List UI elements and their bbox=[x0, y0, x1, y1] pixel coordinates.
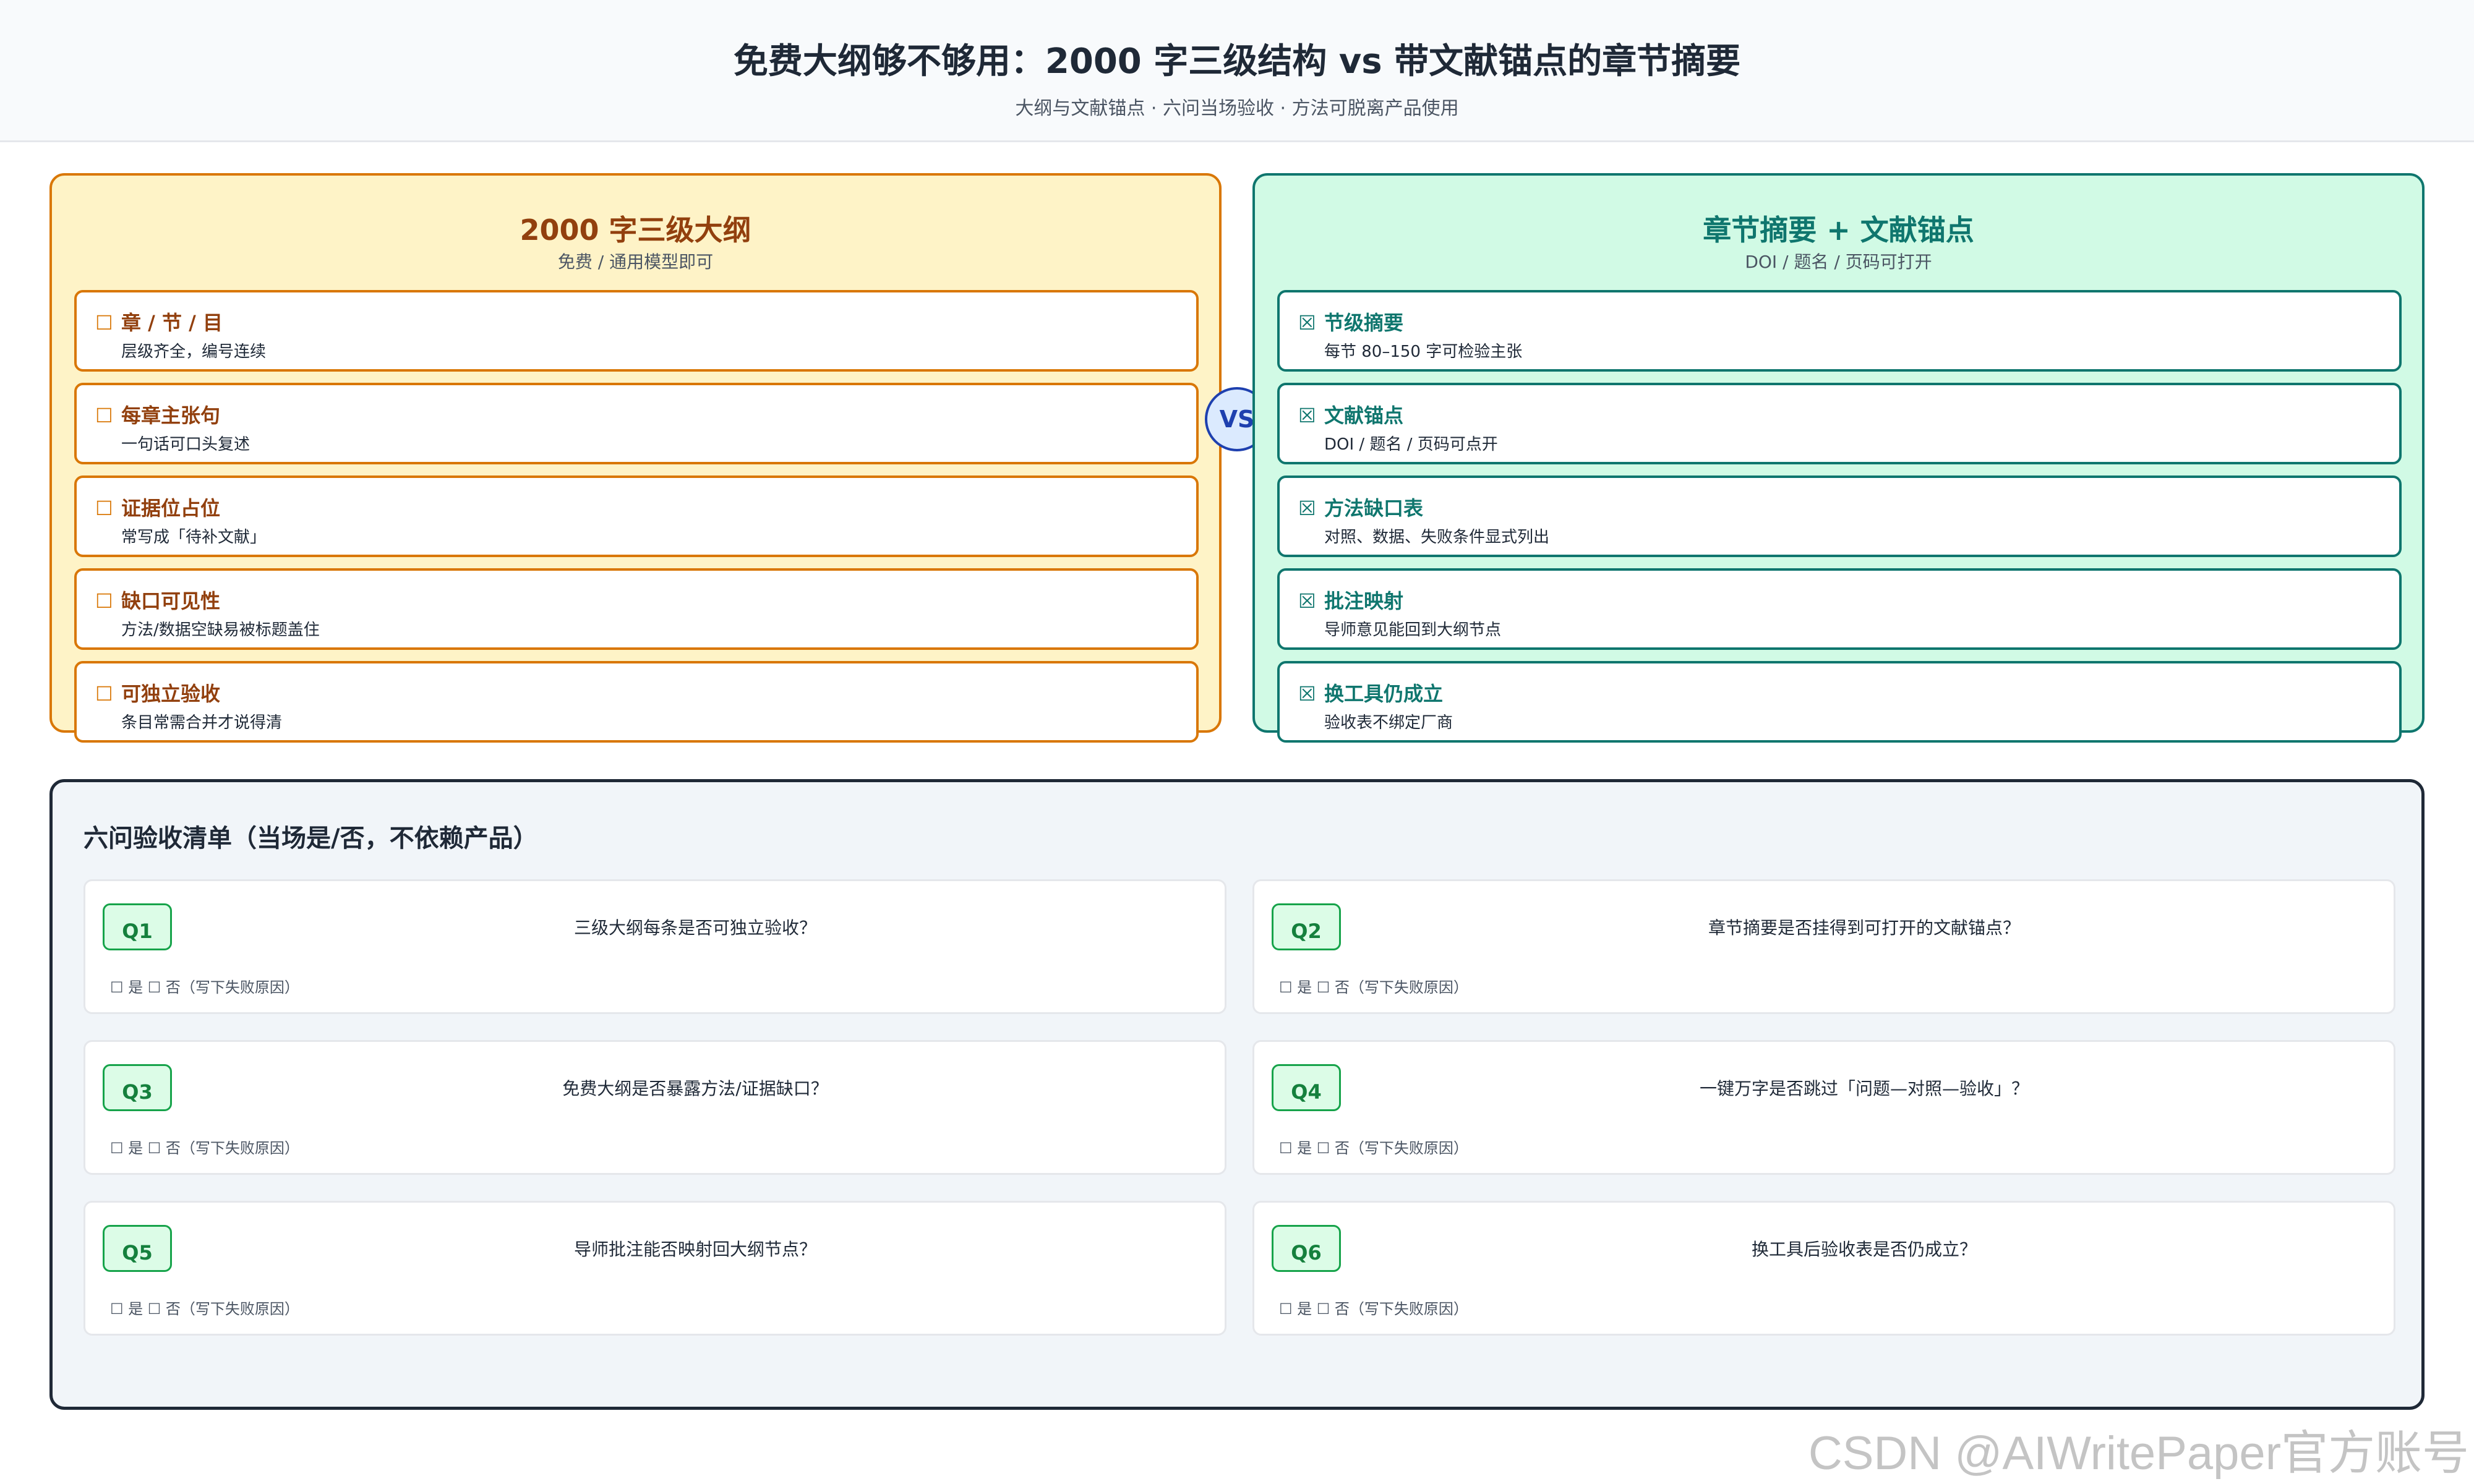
outline-item: ☐ 缺口可见性 方法/数据空缺易被标题盖住 bbox=[74, 568, 1199, 650]
item-desc: 对照、数据、失败条件显式列出 bbox=[1324, 528, 1550, 547]
checkbox-checked-icon: ☒ bbox=[1298, 682, 1316, 706]
item-desc: 条目常需合并才说得清 bbox=[121, 714, 283, 732]
yes-no-options[interactable]: ☐ 是 ☐ 否（写下失败原因） bbox=[110, 1297, 299, 1318]
item-title: 节级摘要 bbox=[1324, 311, 1404, 335]
checkbox-checked-icon: ☒ bbox=[1298, 311, 1316, 335]
checkbox-checked-icon: ☒ bbox=[1298, 497, 1316, 520]
page-title: 免费大纲够不够用：2000 字三级结构 vs 带文献锚点的章节摘要 bbox=[733, 41, 1741, 82]
header: 免费大纲够不够用：2000 字三级结构 vs 带文献锚点的章节摘要 大纲与文献锚… bbox=[0, 0, 2474, 142]
free-outline-panel: 2000 字三级大纲 免费 / 通用模型即可 ☐ 章 / 节 / 目 层级齐全，… bbox=[49, 173, 1222, 743]
checkbox-empty-icon: ☐ bbox=[95, 497, 113, 520]
item-desc: DOI / 题名 / 页码可点开 bbox=[1324, 435, 1498, 454]
checkbox-empty-icon: ☐ bbox=[95, 682, 113, 706]
summary-item: ☒ 文献锚点 DOI / 题名 / 页码可点开 bbox=[1277, 383, 2402, 464]
question-badge: Q3 bbox=[103, 1064, 172, 1111]
checkbox-checked-icon: ☒ bbox=[1298, 589, 1316, 613]
checkbox-empty-icon: ☐ bbox=[95, 589, 113, 613]
question-card-q1: Q1 三级大纲每条是否可独立验收？ ☐ 是 ☐ 否（写下失败原因） bbox=[83, 879, 1226, 1014]
panel-subtitle: 免费 / 通用模型即可 bbox=[557, 252, 714, 272]
item-title: 章 / 节 / 目 bbox=[121, 311, 223, 335]
page-subtitle: 大纲与文献锚点 · 六问当场验收 · 方法可脱离产品使用 bbox=[1015, 98, 1459, 119]
outline-item: ☐ 每章主张句 一句话可口头复述 bbox=[74, 383, 1199, 464]
panel-title: 2000 字三级大纲 bbox=[520, 213, 751, 247]
checklist-title: 六问验收清单（当场是/否，不依赖产品） bbox=[83, 824, 538, 853]
yes-no-options[interactable]: ☐ 是 ☐ 否（写下失败原因） bbox=[110, 1136, 299, 1158]
question-card-q6: Q6 换工具后验收表是否仍成立？ ☐ 是 ☐ 否（写下失败原因） bbox=[1252, 1201, 2395, 1336]
item-desc: 常写成「待补文献」 bbox=[121, 528, 267, 547]
yes-no-options[interactable]: ☐ 是 ☐ 否（写下失败原因） bbox=[110, 975, 299, 997]
question-text: 章节摘要是否挂得到可打开的文献锚点？ bbox=[1708, 918, 2020, 938]
summary-item: ☒ 方法缺口表 对照、数据、失败条件显式列出 bbox=[1277, 475, 2402, 557]
outline-item: ☐ 可独立验收 条目常需合并才说得清 bbox=[74, 661, 1199, 743]
item-title: 每章主张句 bbox=[121, 404, 221, 427]
question-card-q3: Q3 免费大纲是否暴露方法/证据缺口？ ☐ 是 ☐ 否（写下失败原因） bbox=[83, 1040, 1226, 1175]
checkbox-checked-icon: ☒ bbox=[1298, 404, 1316, 427]
yes-no-options[interactable]: ☐ 是 ☐ 否（写下失败原因） bbox=[1279, 1297, 1468, 1318]
checkbox-empty-icon: ☐ bbox=[95, 311, 113, 335]
question-card-q2: Q2 章节摘要是否挂得到可打开的文献锚点？ ☐ 是 ☐ 否（写下失败原因） bbox=[1252, 879, 2395, 1014]
item-desc: 方法/数据空缺易被标题盖住 bbox=[121, 621, 320, 639]
question-badge: Q5 bbox=[103, 1225, 172, 1272]
yes-no-options[interactable]: ☐ 是 ☐ 否（写下失败原因） bbox=[1279, 1136, 1468, 1158]
item-title: 缺口可见性 bbox=[121, 589, 221, 613]
question-badge: Q4 bbox=[1272, 1064, 1341, 1111]
item-title: 可独立验收 bbox=[121, 682, 221, 706]
item-title: 换工具仍成立 bbox=[1324, 682, 1444, 706]
question-badge: Q1 bbox=[103, 903, 172, 950]
yes-no-options[interactable]: ☐ 是 ☐ 否（写下失败原因） bbox=[1279, 975, 1468, 997]
question-text: 换工具后验收表是否仍成立？ bbox=[1751, 1239, 1977, 1260]
summary-item: ☒ 换工具仍成立 验收表不绑定厂商 bbox=[1277, 661, 2402, 743]
question-text: 免费大纲是否暴露方法/证据缺口？ bbox=[562, 1078, 828, 1099]
outline-item: ☐ 章 / 节 / 目 层级齐全，编号连续 bbox=[74, 290, 1199, 372]
item-desc: 每节 80–150 字可检验主张 bbox=[1324, 343, 1523, 361]
watermark: CSDN @AIWritePaper官方账号 bbox=[1808, 1427, 2469, 1480]
question-text: 导师批注能否映射回大纲节点？ bbox=[573, 1239, 816, 1260]
item-title: 批注映射 bbox=[1324, 589, 1404, 613]
item-title: 证据位占位 bbox=[121, 497, 221, 520]
outline-item: ☐ 证据位占位 常写成「待补文献」 bbox=[74, 475, 1199, 557]
question-card-q4: Q4 一键万字是否跳过「问题—对照—验收」？ ☐ 是 ☐ 否（写下失败原因） bbox=[1252, 1040, 2395, 1175]
panel-title: 章节摘要 + 文献锚点 bbox=[1703, 213, 1974, 247]
question-badge: Q2 bbox=[1272, 903, 1341, 950]
summary-item: ☒ 节级摘要 每节 80–150 字可检验主张 bbox=[1277, 290, 2402, 372]
item-desc: 一句话可口头复述 bbox=[121, 435, 250, 454]
panel-subtitle: DOI / 题名 / 页码可打开 bbox=[1745, 252, 1932, 272]
item-desc: 导师意见能回到大纲节点 bbox=[1324, 621, 1502, 639]
checkbox-empty-icon: ☐ bbox=[95, 404, 113, 427]
question-card-q5: Q5 导师批注能否映射回大纲节点？ ☐ 是 ☐ 否（写下失败原因） bbox=[83, 1201, 1226, 1336]
acceptance-checklist: 六问验收清单（当场是/否，不依赖产品） Q1 三级大纲每条是否可独立验收？ ☐ … bbox=[49, 779, 2425, 1410]
anchored-summary-panel: 章节摘要 + 文献锚点 DOI / 题名 / 页码可打开 ☒ 节级摘要 每节 8… bbox=[1252, 173, 2425, 743]
summary-item: ☒ 批注映射 导师意见能回到大纲节点 bbox=[1277, 568, 2402, 650]
question-badge: Q6 bbox=[1272, 1225, 1341, 1272]
question-text: 一键万字是否跳过「问题—对照—验收」？ bbox=[1699, 1078, 2029, 1099]
question-text: 三级大纲每条是否可独立验收？ bbox=[573, 918, 816, 938]
item-title: 文献锚点 bbox=[1324, 404, 1404, 427]
item-desc: 层级齐全，编号连续 bbox=[121, 343, 267, 361]
item-desc: 验收表不绑定厂商 bbox=[1324, 714, 1453, 732]
item-title: 方法缺口表 bbox=[1324, 497, 1424, 520]
